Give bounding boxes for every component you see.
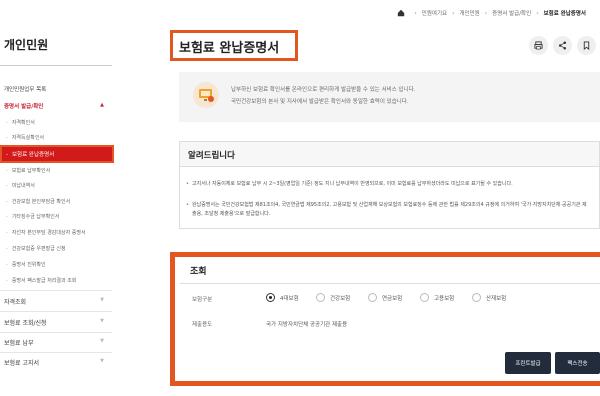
sidebar-item-civil-list[interactable]: 개인민원업무 목록: [4, 85, 46, 93]
notice-header: 알려드립니다: [180, 142, 599, 167]
page-title-highlight: 보험료 완납증명서: [170, 30, 298, 61]
sidebar-subitem[interactable]: 증명서 팩스발급 처리결과 조회: [6, 277, 77, 284]
sidebar-subitem[interactable]: 증명서 진위확인: [6, 261, 46, 268]
sidebar-item-premium-payment[interactable]: 보험료 납부: [4, 338, 34, 347]
sidebar-subitem[interactable]: 자격확인서: [6, 119, 35, 126]
divider: [0, 311, 112, 312]
radio-icon: [316, 293, 325, 302]
sidebar-item-premium-bill[interactable]: 보험료 고지서: [4, 358, 39, 367]
top-bar: › 민원여기요 › 개인민원 › 증명서 발급/확인 › 보험료 완납증명서: [0, 0, 600, 30]
intro-box: 납부하신 보험료 확인서를 온라인으로 편리하게 발급받을 수 있는 서비스 입…: [179, 72, 600, 122]
breadcrumb-current: 보험료 완납증명서: [543, 11, 586, 17]
chevron-down-icon[interactable]: ▼: [100, 358, 104, 364]
radio-label: 고용보험: [434, 295, 455, 302]
breadcrumb-separator-icon: ›: [452, 9, 455, 17]
radio-checked-icon: [266, 293, 275, 302]
breadcrumb-item[interactable]: 민원여기요: [422, 9, 447, 17]
notice-box: 알려드립니다 고지서나 자동이체로 보험료 납부 시 2~3일(영업일 기준) …: [179, 141, 600, 229]
purpose-label: 제출용도: [192, 322, 213, 328]
radio-employment[interactable]: 고용보험: [420, 293, 454, 302]
query-title: 조회: [190, 267, 207, 277]
sidebar-subitem[interactable]: 건강보험증 우편발급 신청: [6, 245, 66, 252]
breadcrumb-item[interactable]: 증명서 발급/확인: [492, 9, 531, 17]
sidebar-title: 개인민원: [4, 38, 49, 52]
divider: [0, 290, 112, 291]
sidebar-subitem[interactable]: 미납내역서: [6, 182, 35, 189]
sidebar-item-premium-inquiry[interactable]: 보험료 조회/신청: [4, 318, 47, 327]
radio-icon: [472, 293, 481, 302]
sidebar-item-certificates[interactable]: 증명서 발급/확인: [4, 102, 43, 110]
notice-bullet: 완납증명서는 국민건강보험법 제81조의4, 국민연금법 제95조의2, 고용보…: [186, 201, 588, 219]
radio-industrial-accident[interactable]: 산재보험: [472, 293, 506, 302]
divider: [0, 65, 112, 66]
radio-4-insurance[interactable]: 4대보험: [266, 293, 299, 302]
divider: [180, 283, 600, 284]
divider: [0, 352, 112, 353]
breadcrumb-separator-icon: ›: [484, 9, 488, 17]
radio-label: 건강보험: [330, 295, 351, 302]
radio-icon: [420, 293, 429, 302]
notice-title: 알려드립니다: [188, 151, 235, 161]
sidebar-subitem[interactable]: 보험료 납부확인서: [6, 167, 50, 174]
share-icon[interactable]: [553, 36, 572, 55]
home-icon[interactable]: [397, 9, 405, 17]
purpose-value: 국가 지방자치단체 공공기관 제출용: [266, 322, 348, 328]
radio-label: 4대보험: [280, 295, 299, 302]
fax-send-button[interactable]: 팩스전송: [555, 352, 600, 374]
radio-icon: [368, 293, 377, 302]
breadcrumb-item[interactable]: 개인민원: [460, 9, 480, 17]
breadcrumb-separator-icon: ›: [536, 9, 539, 17]
sidebar: 개인민원 개인민원업무 목록 증명서 발급/확인 ▲ 자격확인서 자격득실확인서…: [0, 30, 114, 396]
breadcrumb-separator-icon: ›: [414, 9, 417, 17]
page-title: 보험료 완납증명서: [179, 41, 280, 56]
notice-bullet: 고지서나 자동이체로 보험료 납부 시 2~3일(영업일 기준) 정도 지나 납…: [186, 180, 588, 189]
breadcrumb: › 민원여기요 › 개인민원 › 증명서 발급/확인 › 보험료 완납증명서: [397, 9, 586, 17]
radio-pension[interactable]: 연금보험: [368, 293, 402, 302]
divider: [0, 332, 112, 333]
monitor-icon: [193, 82, 219, 108]
intro-text: 국민건강보험의 본사 및 지사에서 발급받은 확인서와 동일한 효력이 있습니다…: [231, 99, 409, 105]
sidebar-item-eligibility[interactable]: 자격조회: [4, 297, 26, 306]
sidebar-subitem[interactable]: 자선자 본인부담 경감대상자 증명서: [6, 229, 86, 236]
chevron-down-icon[interactable]: ▼: [100, 338, 104, 344]
sidebar-subitem[interactable]: 건강보험 본인부담금 확인서: [6, 198, 70, 205]
highlight-box: [0, 145, 114, 163]
radio-health[interactable]: 건강보험: [316, 293, 350, 302]
radio-label: 연금보험: [382, 295, 403, 302]
insurance-type-label: 보험구분: [192, 297, 213, 303]
print-issue-button[interactable]: 프린트발급: [505, 352, 551, 374]
intro-text: 납부하신 보험료 확인서를 온라인으로 편리하게 발급받을 수 있는 서비스 입…: [231, 87, 416, 93]
sidebar-subitem[interactable]: 자격득실확인서: [6, 134, 44, 141]
sidebar-subitem[interactable]: 기타징수금 납부확인서: [6, 213, 60, 220]
radio-label: 산재보험: [486, 295, 507, 302]
print-icon[interactable]: [529, 36, 548, 55]
chevron-down-icon[interactable]: ▼: [100, 318, 104, 324]
chevron-down-icon[interactable]: ▼: [100, 297, 104, 303]
bookmark-icon[interactable]: [577, 36, 596, 55]
chevron-up-icon[interactable]: ▲: [100, 102, 104, 108]
